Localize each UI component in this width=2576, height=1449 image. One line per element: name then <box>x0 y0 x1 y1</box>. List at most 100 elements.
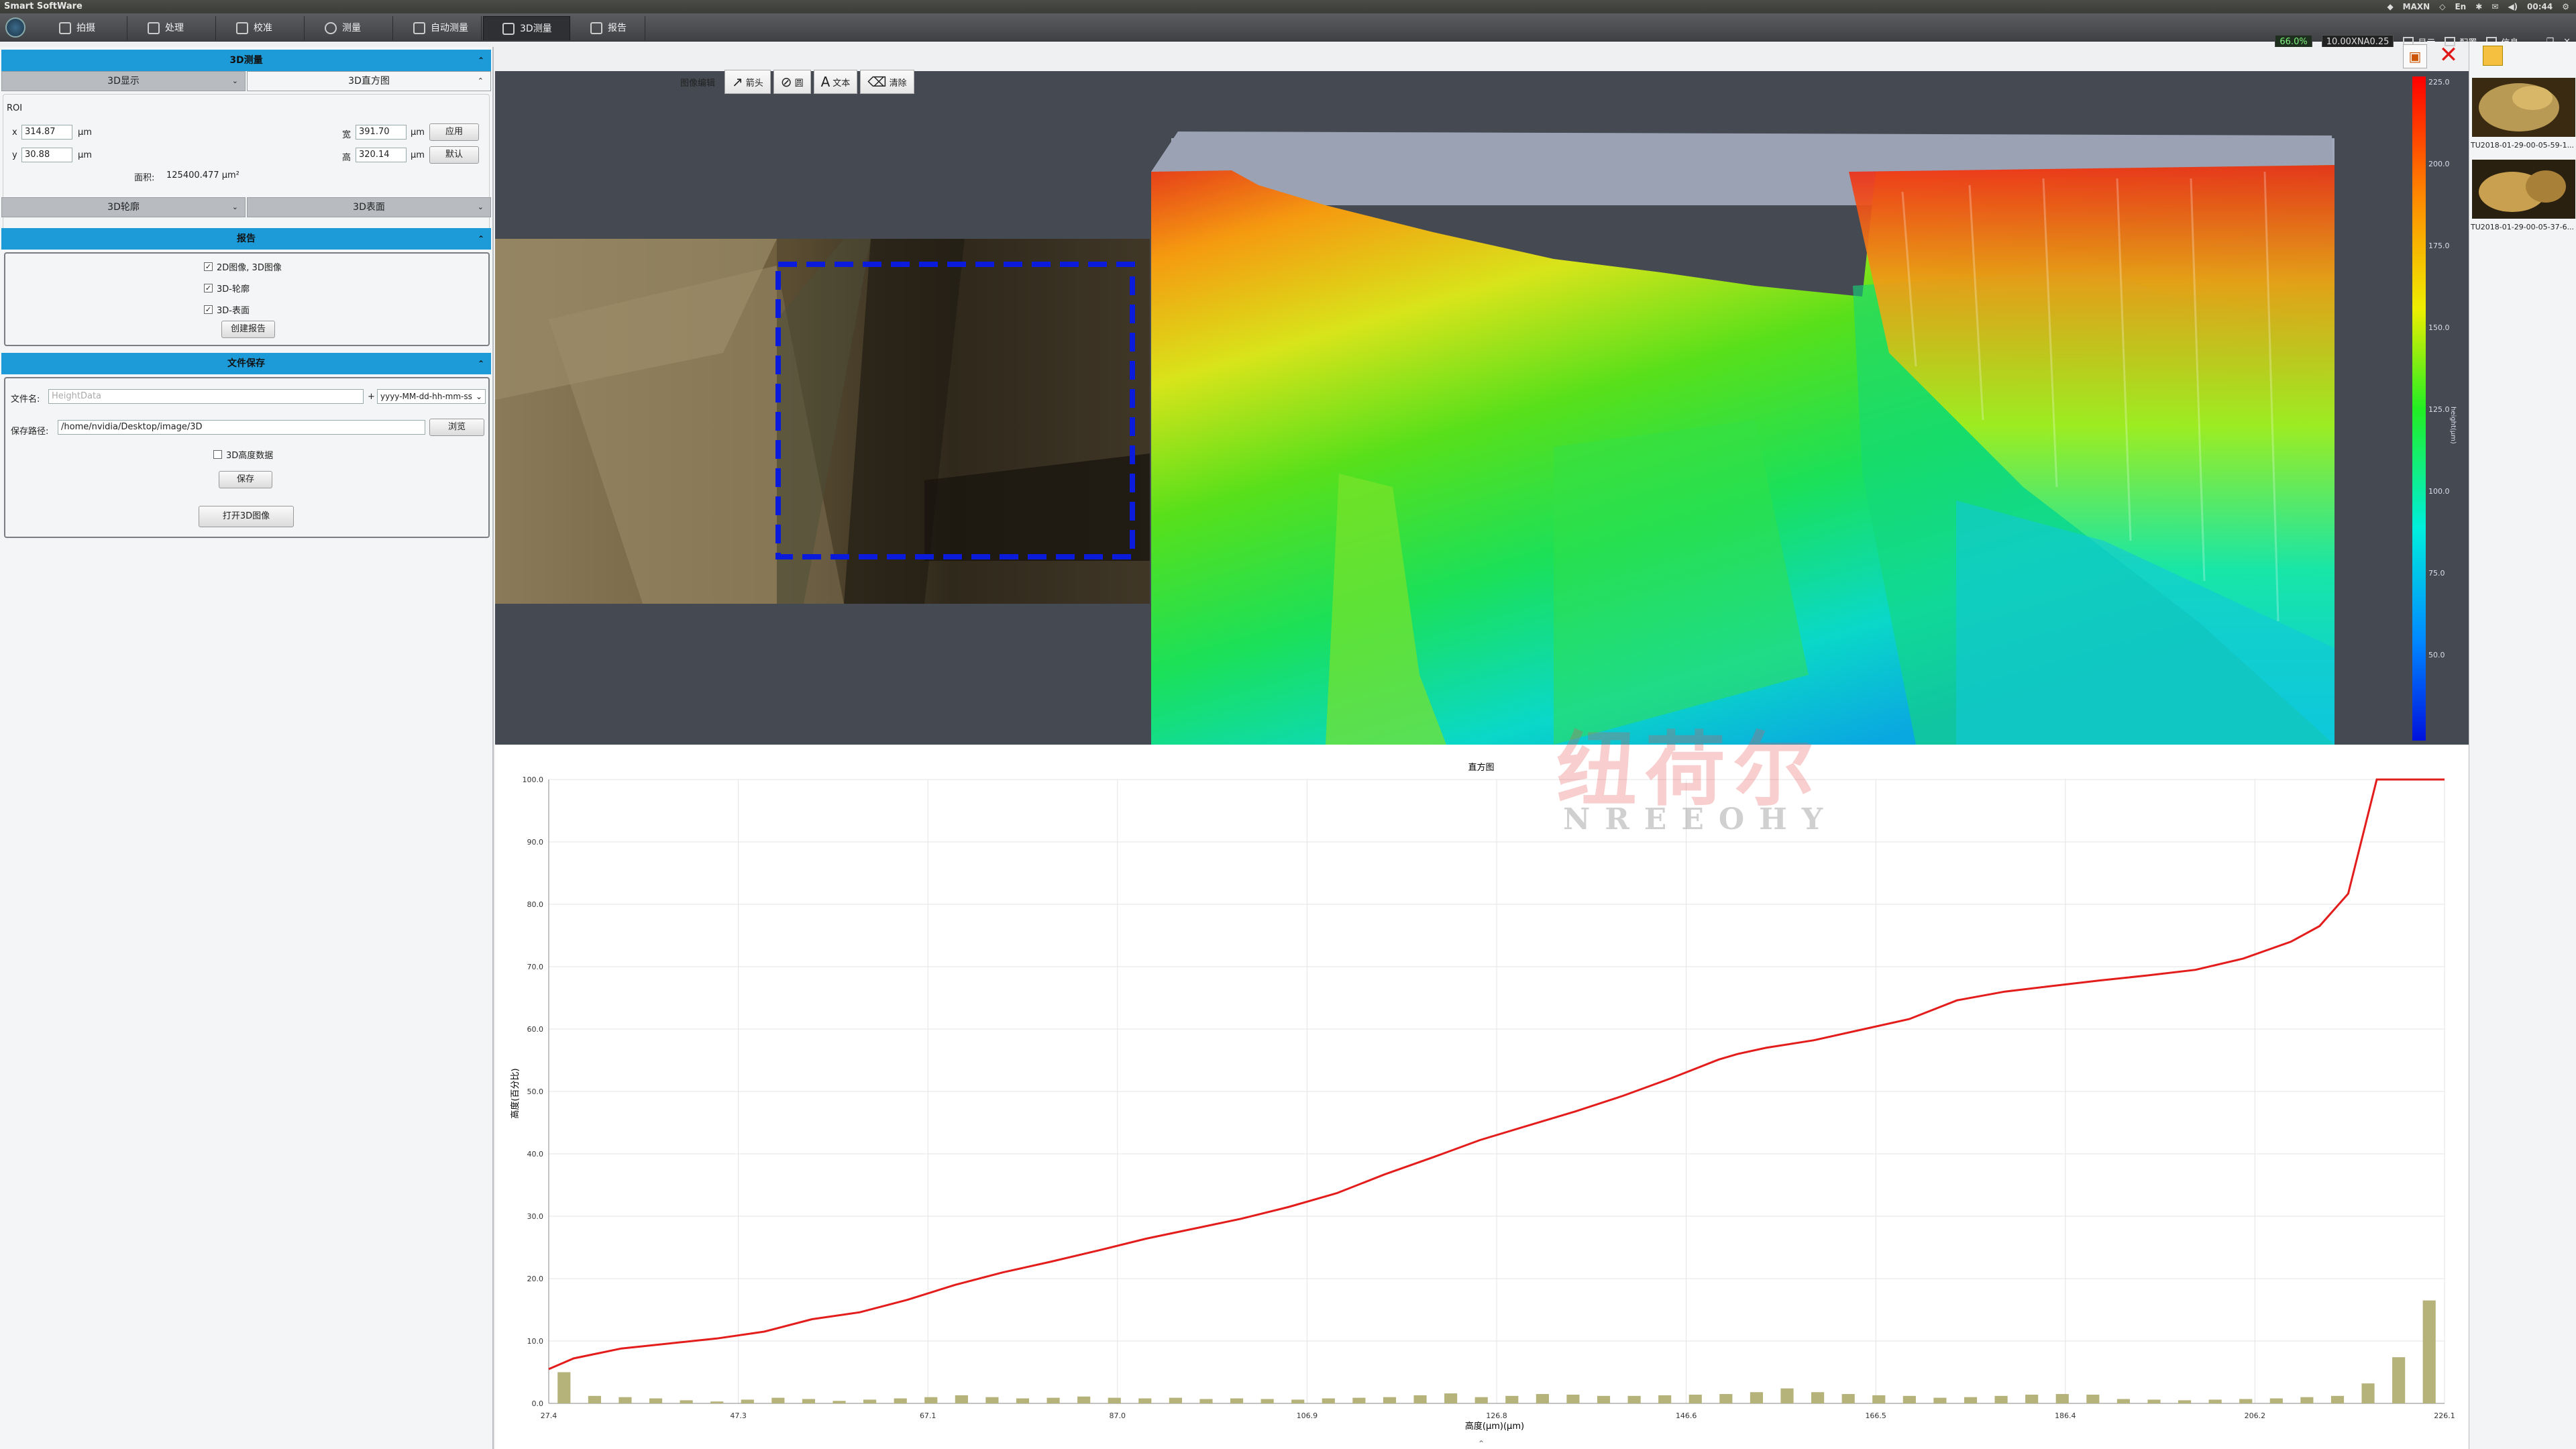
wifi-icon[interactable]: ◇ <box>2439 1 2445 12</box>
app-logo-icon[interactable] <box>5 17 25 38</box>
tab-calibrate[interactable]: 校准 <box>217 16 305 40</box>
3d-icon <box>502 22 515 35</box>
colorbar-tick: 200.0 <box>2428 160 2450 168</box>
combo-3d-profile[interactable]: 3D轮廓 ⌄ <box>1 197 246 217</box>
camera-icon <box>59 22 71 34</box>
chk-3d-height-data[interactable]: 3D高度数据 <box>213 448 273 461</box>
colorbar-tick: 50.0 <box>2428 651 2445 659</box>
x-tick-label: 87.0 <box>1110 1411 1126 1420</box>
apply-button[interactable]: 应用 <box>429 123 479 141</box>
thumbnail-2[interactable] <box>2472 160 2575 219</box>
tab-capture[interactable]: 拍摄 <box>40 16 127 40</box>
save-image-icon[interactable]: ▣ <box>2403 44 2427 68</box>
area-label: 面积: <box>134 173 155 183</box>
histogram-bar <box>1199 1399 1213 1403</box>
chk-2d-3d-image[interactable]: ✓ 2D图像, 3D图像 <box>204 260 282 273</box>
browse-button[interactable]: 浏览 <box>429 419 484 436</box>
filename-input[interactable]: HeightData <box>48 389 364 404</box>
chk-3d-profile[interactable]: ✓ 3D-轮廓 <box>204 282 250 294</box>
collapse-icon: ⌃ <box>477 56 484 65</box>
create-report-button[interactable]: 创建报告 <box>221 321 275 338</box>
y-tick-label: 60.0 <box>527 1025 544 1034</box>
x-label: x <box>12 127 17 138</box>
section-file-save-header[interactable]: 文件保存 ⌃ <box>1 353 491 374</box>
text-icon: A <box>820 74 830 90</box>
mail-icon[interactable]: ✉ <box>2491 1 2498 12</box>
left-control-panel: 3D测量 ⌃ 3D显示 ⌄ 3D直方图 ⌃ ROI x 314.87 μm y 30.… <box>0 47 494 1449</box>
nvidia-icon[interactable]: ◆ <box>2387 1 2393 12</box>
date-format-select[interactable]: yyyy-MM-dd-hh-mm-ss ⌄ <box>377 389 486 404</box>
y-axis-label: 高度(百分比) <box>510 1068 521 1118</box>
histogram-bar <box>1750 1392 1764 1403</box>
histogram-chart: 直方图 高度(μm)(μm) 高度(百分比) 0.0 10.0 20.0 30.0 40… <box>510 762 2455 1448</box>
chk-3d-surface[interactable]: ✓ 3D-表面 <box>204 303 250 316</box>
width-label: 宽 <box>342 130 352 140</box>
tab-process[interactable]: 处理 <box>129 16 216 40</box>
y-tick-label: 80.0 <box>527 900 544 909</box>
scroll-chevron-icon[interactable]: ⌃ <box>1478 1439 1485 1448</box>
histogram-bar <box>2147 1399 2161 1403</box>
watermark-en: NREEOHY <box>1563 802 1838 837</box>
settings-gear-icon[interactable]: ⚙ <box>2562 1 2569 12</box>
arrow-tool-button[interactable]: ↗ 箭头 <box>724 70 771 94</box>
roi-label: ROI <box>7 103 23 113</box>
tab-auto-measure[interactable]: 自动测量 <box>394 16 482 40</box>
section-report-header[interactable]: 报告 ⌃ <box>1 228 491 250</box>
system-tray: ◆ MAXN ◇ En ✱ ✉ ◀) 00:44 ⚙ <box>2387 1 2569 12</box>
power-mode[interactable]: MAXN <box>2403 1 2430 12</box>
histogram-bar <box>1902 1395 1916 1403</box>
folder-icon[interactable] <box>2483 46 2503 66</box>
histogram-bar <box>1413 1395 1427 1403</box>
y-tick-label: 40.0 <box>527 1150 544 1159</box>
histogram-bar <box>1169 1397 1182 1403</box>
x-tick-label: 106.9 <box>1297 1411 1318 1420</box>
y-tick-label: 100.0 <box>523 775 544 784</box>
3d-surface-svg: 225.0 200.0 175.0 150.0 125.0 100.0 75.0… <box>1151 76 2457 745</box>
chart-title: 直方图 <box>1468 762 1494 773</box>
histogram-bar <box>1811 1392 1825 1403</box>
roi-y-input[interactable]: 30.88 <box>21 148 72 162</box>
image-edit-toolbar: 图像编辑 ↗ 箭头 ⊘ 圆 A 文本 ⌫ 清除 <box>680 70 914 94</box>
close-x-icon[interactable]: ✕ <box>2436 43 2461 67</box>
circle-tool-button[interactable]: ⊘ 圆 <box>773 70 811 94</box>
combo-3d-surface[interactable]: 3D表面 ⌄ <box>247 197 491 217</box>
2d-microscope-image[interactable] <box>495 239 1150 604</box>
input-method-icon[interactable]: En <box>2455 1 2466 12</box>
bluetooth-icon[interactable]: ✱ <box>2475 1 2482 12</box>
text-tool-button[interactable]: A 文本 <box>813 70 858 94</box>
combo-3d-histogram[interactable]: 3D直方图 ⌃ <box>247 71 491 91</box>
histogram-bar <box>557 1372 571 1403</box>
thumbnail-1[interactable] <box>2472 78 2575 137</box>
volume-icon[interactable]: ◀) <box>2508 1 2518 12</box>
histogram-bar <box>1505 1395 1519 1403</box>
ruler-icon <box>236 22 248 34</box>
histogram-bar <box>2178 1400 2192 1403</box>
roi-height-input[interactable]: 320.14 <box>356 148 407 162</box>
histogram-bar <box>1322 1398 1335 1403</box>
histogram-bar <box>1291 1399 1305 1403</box>
3d-surface-view[interactable]: 225.0 200.0 175.0 150.0 125.0 100.0 75.0… <box>1151 71 2469 745</box>
clock[interactable]: 00:44 <box>2527 1 2553 12</box>
save-path-input[interactable]: /home/nvidia/Desktop/image/3D <box>58 420 425 435</box>
section-3d-header[interactable]: 3D测量 ⌃ <box>1 50 491 71</box>
save-button[interactable]: 保存 <box>219 471 272 488</box>
tab-measure[interactable]: 测量 <box>306 16 393 40</box>
tab-report[interactable]: 报告 <box>572 16 645 40</box>
histogram-bar <box>2116 1399 2130 1403</box>
histogram-bar <box>2055 1394 2069 1403</box>
roi-width-input[interactable]: 391.70 <box>356 125 407 140</box>
roi-x-input[interactable]: 314.87 <box>21 125 72 140</box>
y-tick-label: 0.0 <box>532 1399 544 1408</box>
chevron-down-icon: ⌄ <box>231 76 238 85</box>
clear-tool-button[interactable]: ⌫ 清除 <box>860 70 914 94</box>
y-tick-label: 50.0 <box>527 1087 544 1096</box>
y-tick-label: 20.0 <box>527 1275 544 1283</box>
histogram-bar <box>1077 1396 1091 1403</box>
open-3d-image-button[interactable]: 打开3D图像 <box>199 506 294 527</box>
histogram-bar <box>1841 1394 1855 1403</box>
combo-3d-display[interactable]: 3D显示 ⌄ <box>1 71 246 91</box>
default-button[interactable]: 默认 <box>429 146 479 164</box>
histogram-bar <box>1872 1395 1886 1403</box>
tab-3d-measure[interactable]: 3D测量 <box>483 16 570 40</box>
histogram-bar <box>802 1399 816 1403</box>
